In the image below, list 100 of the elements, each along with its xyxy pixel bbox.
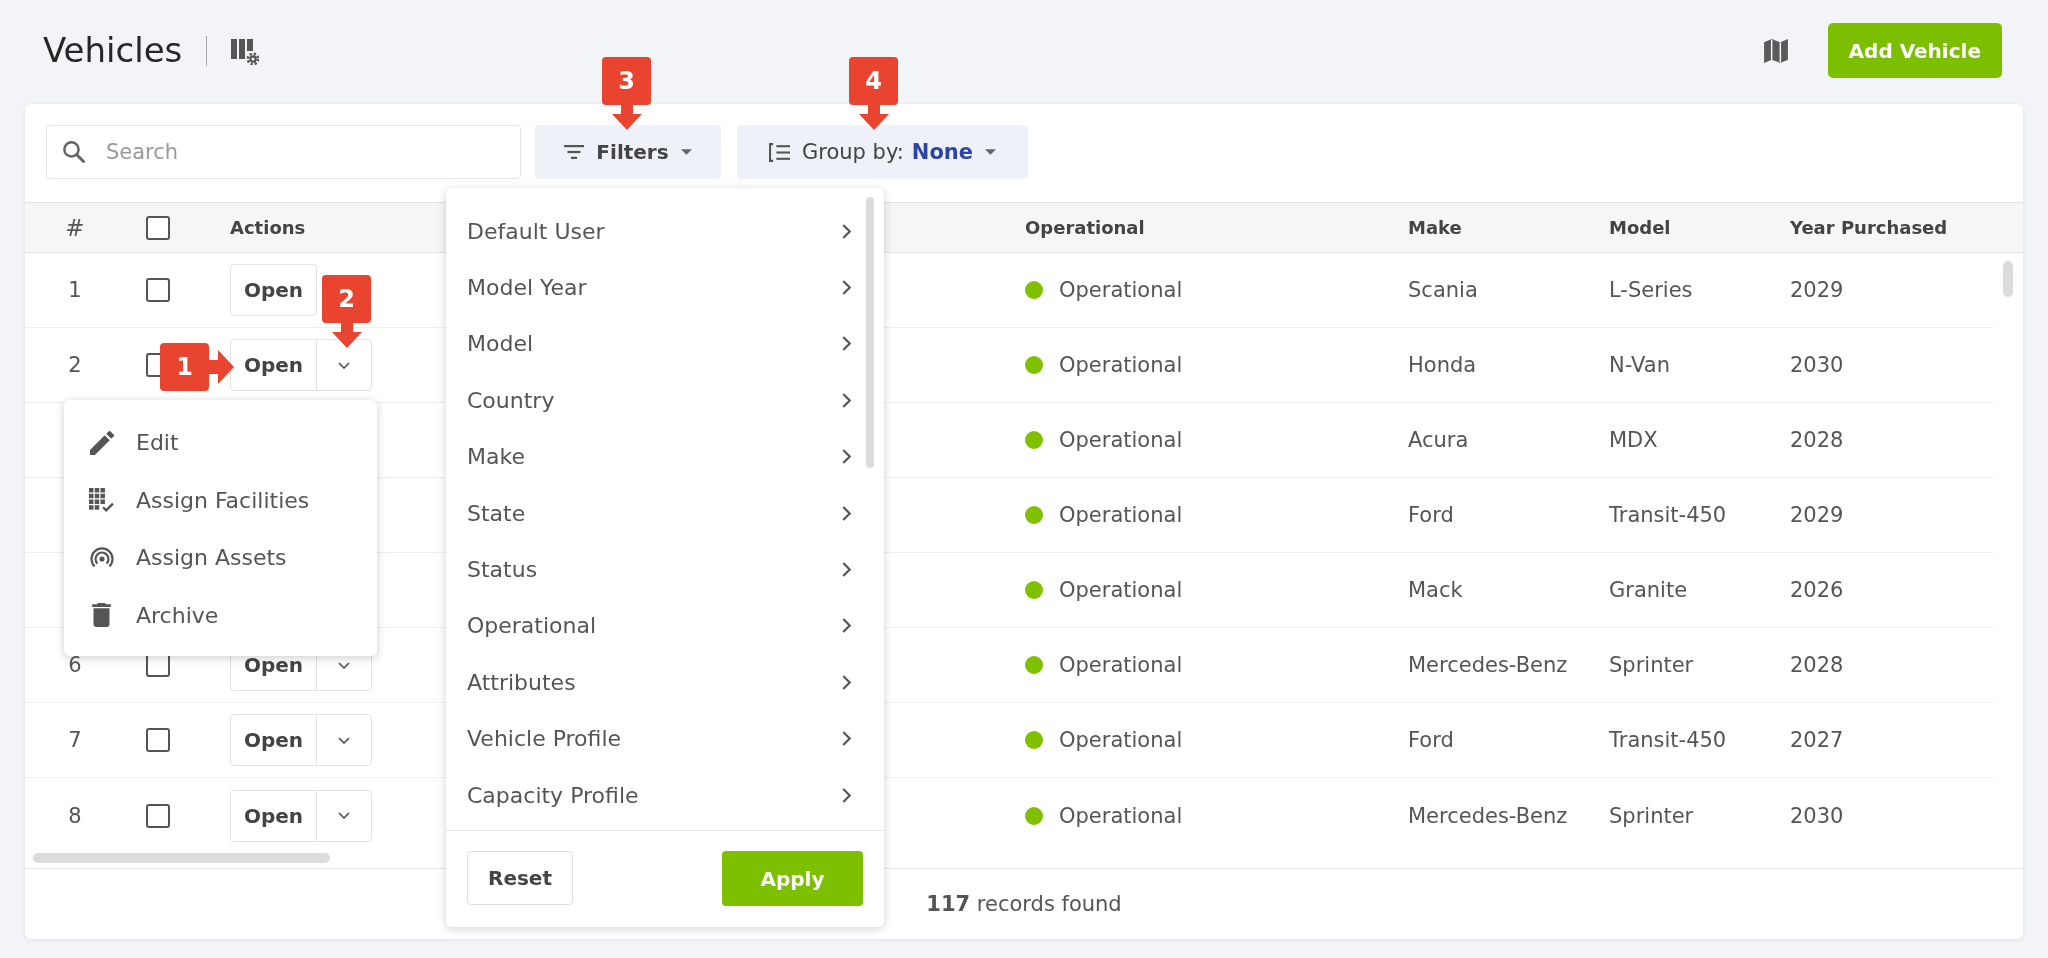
table-cell: 2028 xyxy=(1790,428,1844,452)
reset-button[interactable]: Reset xyxy=(467,851,573,905)
column-header: Actions xyxy=(230,217,306,238)
caret-down-icon xyxy=(680,149,692,155)
menu-item[interactable]: Assign Assets xyxy=(64,529,377,587)
table-cell: Mack xyxy=(1408,578,1463,602)
table-cell: Mercedes-Benz xyxy=(1408,803,1568,828)
status-label: Operational xyxy=(1059,278,1183,302)
chevron-down-icon xyxy=(338,661,350,669)
column-header: Year Purchased xyxy=(1790,217,1948,238)
filter-option[interactable]: State xyxy=(446,484,862,542)
filter-icon xyxy=(564,145,585,159)
chevron-right-icon xyxy=(842,787,851,803)
building-check-icon xyxy=(89,488,114,513)
search-field[interactable]: Search xyxy=(46,125,521,179)
row-number: 7 xyxy=(68,728,82,752)
filter-option[interactable]: Make xyxy=(446,428,862,485)
checkbox[interactable] xyxy=(145,803,170,828)
table-cell: L-Series xyxy=(1609,278,1693,302)
filter-option[interactable]: Capacity Profile xyxy=(446,766,862,824)
chevron-right-icon xyxy=(842,392,851,408)
table-cell: 2030 xyxy=(1790,353,1844,377)
table-cell: Ford xyxy=(1408,503,1454,527)
table-cell: Acura xyxy=(1408,428,1469,452)
column-header: # xyxy=(65,214,85,241)
checkbox[interactable] xyxy=(145,353,160,377)
filters-button[interactable]: Filters xyxy=(535,125,721,179)
checkbox[interactable] xyxy=(145,278,170,302)
record-count: 117 records found xyxy=(926,892,1122,916)
vertical-scrollbar[interactable] xyxy=(866,197,874,468)
vertical-scrollbar[interactable] xyxy=(2003,261,2013,297)
status-label: Operational xyxy=(1059,428,1183,452)
chevron-right-icon xyxy=(842,336,851,352)
filter-option[interactable]: Attributes xyxy=(446,654,862,711)
table-cell: 2029 xyxy=(1790,503,1844,527)
table-cell: Honda xyxy=(1408,353,1477,377)
search-icon xyxy=(63,141,85,163)
chevron-down-icon xyxy=(338,736,350,744)
group-by-icon xyxy=(768,142,790,162)
checkbox[interactable] xyxy=(145,215,170,240)
status-label: Operational xyxy=(1059,653,1183,677)
chevron-right-icon xyxy=(842,505,851,521)
chevron-right-icon xyxy=(842,674,851,690)
table-cell: 2026 xyxy=(1790,578,1844,602)
step-marker: 4 xyxy=(849,57,898,105)
filter-option[interactable]: Vehicle Profile xyxy=(446,710,862,767)
filter-option[interactable]: Model xyxy=(446,315,862,373)
row-number: 8 xyxy=(68,803,82,828)
step-marker: 2 xyxy=(322,275,371,323)
column-header: Make xyxy=(1408,217,1462,238)
open-button[interactable]: Open xyxy=(230,714,317,766)
menu-item[interactable]: Assign Facilities xyxy=(64,471,377,529)
status-label: Operational xyxy=(1059,578,1183,602)
table-cell: N-Van xyxy=(1609,353,1670,377)
menu-item[interactable]: Edit xyxy=(64,414,377,472)
table-cell: 2029 xyxy=(1790,278,1844,302)
open-button[interactable]: Open xyxy=(230,264,317,316)
step-marker: 1 xyxy=(160,343,209,391)
right-arrow-icon xyxy=(209,350,234,384)
chevron-right-icon xyxy=(842,618,851,634)
radar-icon xyxy=(89,547,114,569)
table-cell: Scania xyxy=(1408,278,1478,302)
down-arrow-icon xyxy=(858,105,889,130)
status-label: Operational xyxy=(1059,728,1183,752)
table-cell: Transit-450 xyxy=(1609,728,1727,752)
table-cell: 2028 xyxy=(1790,653,1844,677)
row-number: 1 xyxy=(68,278,82,302)
status-label: Operational xyxy=(1059,503,1183,527)
filter-option[interactable]: Model Year xyxy=(446,259,862,316)
column-header: Model xyxy=(1609,217,1671,238)
trash-icon xyxy=(92,603,111,628)
map-icon[interactable] xyxy=(1762,37,1789,64)
dropdown-button[interactable] xyxy=(316,339,372,391)
checkbox[interactable] xyxy=(145,728,170,752)
filter-option[interactable]: Status xyxy=(446,541,862,598)
step-marker: 3 xyxy=(602,57,651,105)
table-cell: Ford xyxy=(1408,728,1454,752)
status-label: Operational xyxy=(1059,803,1183,828)
column-header: Operational xyxy=(1025,217,1145,238)
chevron-down-icon xyxy=(338,361,350,369)
filter-option[interactable]: Country xyxy=(446,372,862,429)
open-button[interactable]: Open xyxy=(230,789,317,842)
table-cell: 2027 xyxy=(1790,728,1844,752)
table-cell: 2030 xyxy=(1790,803,1844,828)
filter-option[interactable]: Operational xyxy=(446,597,862,655)
filter-option[interactable]: Default User xyxy=(446,203,862,260)
chevron-right-icon xyxy=(842,731,851,747)
chevron-right-icon xyxy=(842,223,851,239)
horizontal-scrollbar[interactable] xyxy=(33,853,330,863)
down-arrow-icon xyxy=(331,323,362,348)
group-by-button[interactable]: Group by: None xyxy=(737,125,1028,179)
table-cell: Sprinter xyxy=(1609,803,1694,828)
table-cell: Granite xyxy=(1609,578,1688,602)
chevron-right-icon xyxy=(842,280,851,296)
status-label: Operational xyxy=(1059,353,1183,377)
caret-down-icon xyxy=(985,149,997,155)
pencil-icon xyxy=(89,430,114,455)
open-button[interactable]: Open xyxy=(230,339,317,391)
row-number: 6 xyxy=(68,653,82,677)
columns-gear-icon[interactable] xyxy=(231,36,260,65)
